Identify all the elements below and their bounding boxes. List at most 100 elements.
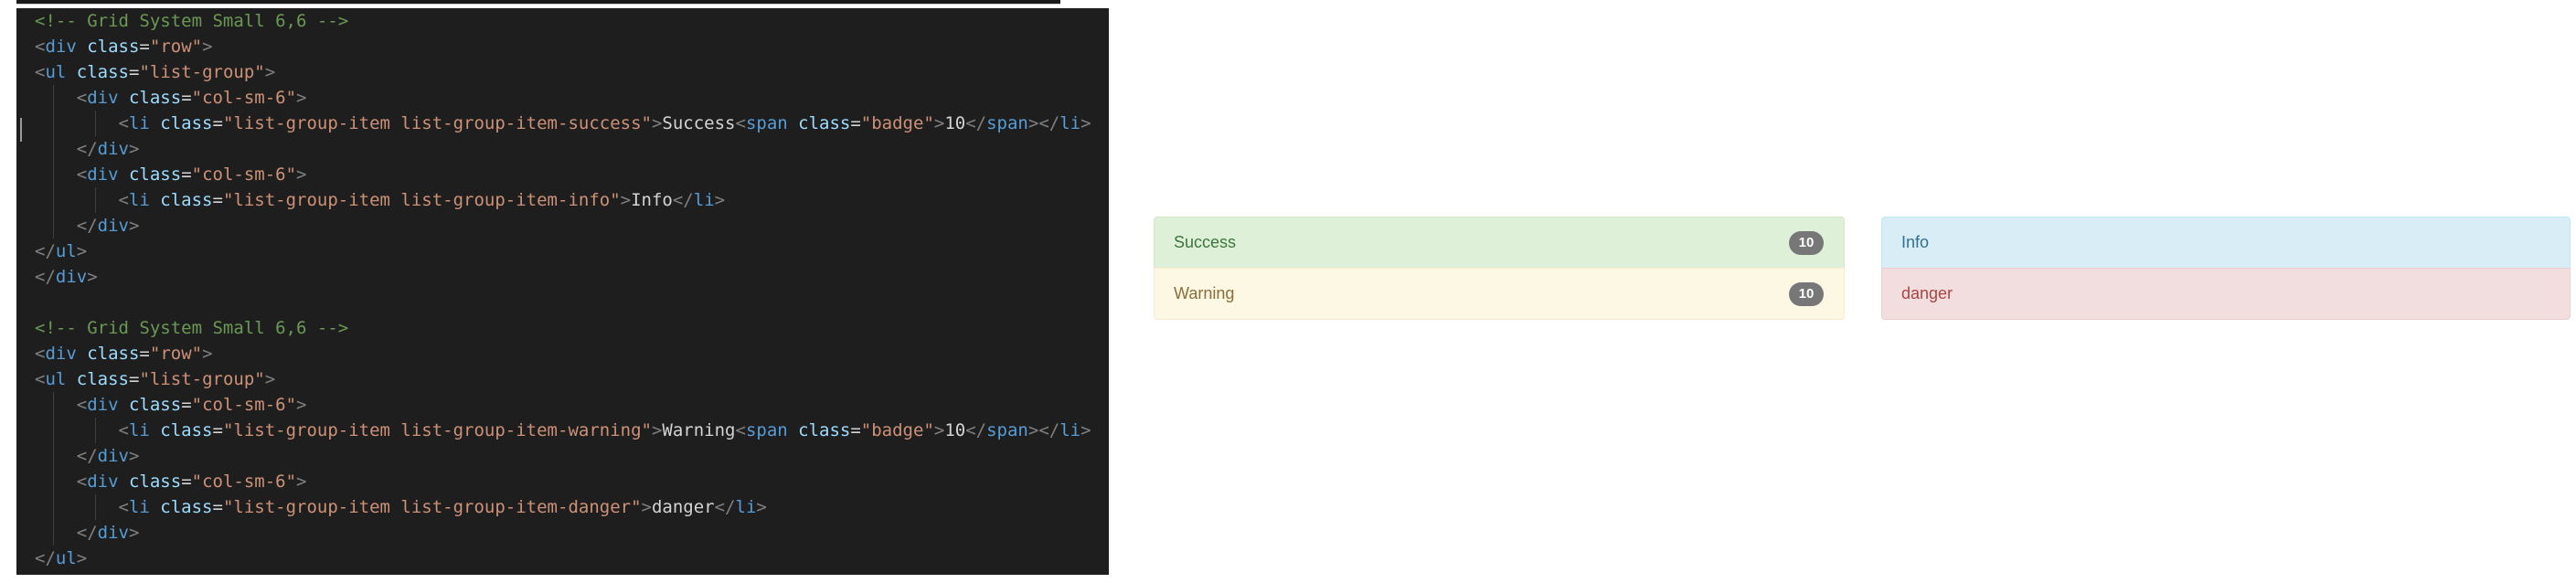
code-token: class	[149, 497, 213, 517]
code-token: >	[76, 548, 88, 568]
code-line: <div class="col-sm-6">	[35, 392, 307, 418]
code-token: div	[87, 88, 119, 108]
code-line: </ul>	[35, 238, 87, 264]
badge: 10	[1789, 282, 1824, 306]
code-token: <	[735, 113, 746, 133]
code-token: </	[965, 420, 987, 440]
code-token: </	[76, 139, 98, 159]
code-token: class	[149, 420, 213, 440]
code-line: <div class="row">	[35, 34, 213, 59]
code-token: >	[651, 420, 663, 440]
code-line: <div class="col-sm-6">	[35, 162, 307, 187]
code-token: "list-group-item list-group-item-success…	[222, 113, 652, 133]
code-line: <li class="list-group-item list-group-it…	[35, 494, 767, 520]
code-token: <	[118, 420, 129, 440]
code-token: div	[45, 344, 77, 364]
code-token: li	[128, 497, 150, 517]
code-token: "list-group-item list-group-item-info"	[222, 190, 621, 210]
code-token: li	[693, 190, 715, 210]
code-token: ></	[1027, 420, 1060, 440]
code-token: >	[296, 164, 307, 185]
code-line: <div class="col-sm-6">	[35, 85, 307, 111]
code-token: >	[128, 216, 140, 236]
code-editor[interactable]: <!-- Grid System Small 6,6 --> <div class…	[16, 8, 1109, 575]
code-token: ></	[1027, 113, 1060, 133]
code-token: class	[76, 37, 140, 57]
code-token: "list-group-item list-group-item-danger"	[222, 497, 642, 517]
code-token: Warning	[662, 420, 736, 440]
code-token: <	[35, 344, 46, 364]
code-token: class	[149, 113, 213, 133]
code-token: =	[212, 497, 223, 517]
code-token: span	[745, 420, 788, 440]
code-token: "col-sm-6"	[191, 395, 297, 415]
code-token: class	[118, 88, 182, 108]
list-group-item-info: Info	[1881, 217, 2571, 269]
code-token: <	[76, 88, 88, 108]
code-token: class	[76, 344, 140, 364]
list-item-label: Success	[1174, 233, 1237, 251]
code-token: li	[1059, 113, 1081, 133]
code-token: =	[181, 164, 192, 185]
code-token: >	[651, 113, 663, 133]
code-token: <	[35, 37, 46, 57]
code-token: =	[128, 369, 140, 389]
code-token: </	[76, 446, 98, 466]
code-token: >	[296, 472, 307, 492]
code-token: >	[933, 113, 945, 133]
code-token: class	[787, 113, 851, 133]
code-token: >	[1080, 113, 1091, 133]
code-token: span	[986, 420, 1028, 440]
code-line: </div>	[35, 264, 98, 290]
code-line: </div>	[35, 520, 140, 546]
text-cursor	[20, 118, 22, 142]
code-token: =	[181, 88, 192, 108]
code-token: >	[128, 523, 140, 543]
code-token: >	[87, 267, 98, 287]
code-token: danger	[651, 497, 715, 517]
code-token: >	[620, 190, 632, 210]
code-token: 10	[944, 113, 966, 133]
code-token: class	[118, 395, 182, 415]
list-group-item-danger: danger	[1881, 268, 2571, 320]
code-token: li	[1059, 420, 1081, 440]
code-token: div	[97, 216, 129, 236]
code-token: <!-- Grid System Small 6,6 -->	[35, 318, 349, 338]
code-token: ul	[45, 369, 67, 389]
code-token: class	[118, 164, 182, 185]
list-item-label: Warning	[1174, 284, 1235, 302]
code-token: div	[87, 164, 119, 185]
code-token: >	[202, 37, 213, 57]
code-token: class	[149, 190, 213, 210]
code-token: <	[118, 190, 129, 210]
code-token: <!-- Grid System Small 6,6 -->	[35, 11, 349, 31]
code-token: Info	[631, 190, 673, 210]
code-token: "badge"	[860, 420, 934, 440]
code-token: <	[35, 62, 46, 82]
code-token: div	[87, 472, 119, 492]
code-line: <ul class="list-group">	[35, 366, 275, 392]
code-token: =	[139, 344, 150, 364]
code-token: =	[850, 113, 861, 133]
code-token: =	[181, 395, 192, 415]
code-token: >	[714, 190, 726, 210]
code-token: </	[35, 267, 56, 287]
code-token: <	[118, 113, 129, 133]
code-token: Success	[662, 113, 736, 133]
code-token: li	[128, 113, 150, 133]
code-token: >	[264, 369, 276, 389]
code-token: class	[118, 472, 182, 492]
code-token: </	[76, 216, 98, 236]
list-item-label: danger	[1901, 284, 1953, 302]
code-token: li	[128, 420, 150, 440]
code-token: </	[76, 523, 98, 543]
code-token: </	[35, 548, 56, 568]
code-token: >	[756, 497, 767, 517]
code-token: "col-sm-6"	[191, 88, 297, 108]
